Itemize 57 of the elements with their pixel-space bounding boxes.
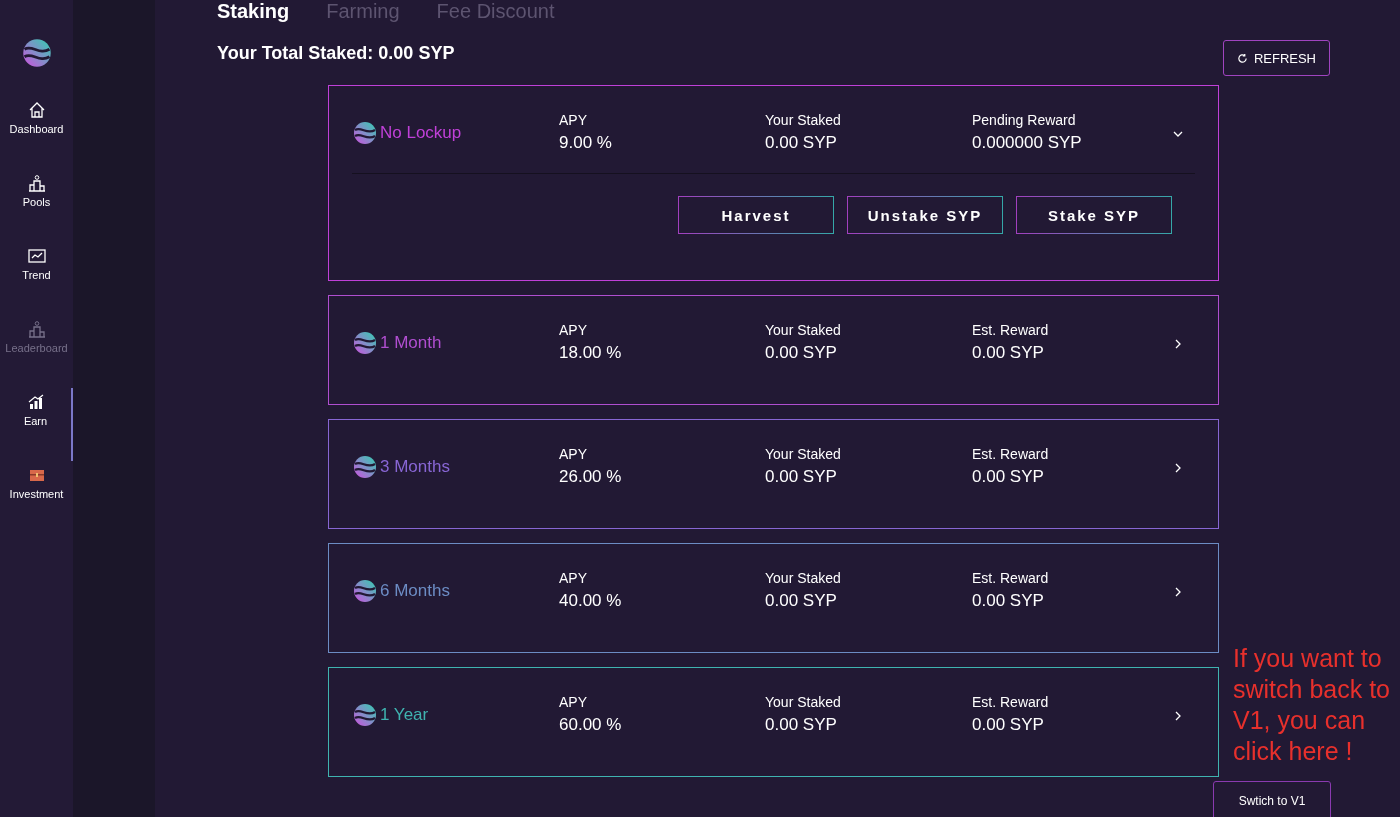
action-button[interactable]: Harvest xyxy=(678,196,834,234)
switch-version-button[interactable]: Swtich to V1 xyxy=(1213,781,1331,817)
pool-name: 6 Months xyxy=(380,581,450,601)
stat-value: 0.00 SYP xyxy=(765,133,838,153)
stat-label: Your Staked xyxy=(765,446,842,462)
chart-icon xyxy=(26,246,47,266)
podium-icon xyxy=(26,319,47,339)
stat-value: 60.00 % xyxy=(559,715,623,735)
stat-label: Est. Reward xyxy=(972,446,1050,462)
action-button[interactable]: Unstake SYP xyxy=(847,196,1003,234)
stat-label: Your Staked xyxy=(765,694,842,710)
logo-icon xyxy=(353,455,377,479)
stat-label: APY xyxy=(559,446,588,462)
pool-name: No Lockup xyxy=(380,123,462,143)
stat-value: 0.000000 SYP xyxy=(972,133,1083,153)
stat-label: Est. Reward xyxy=(972,322,1050,338)
stat-value: 0.00 SYP xyxy=(765,467,838,487)
logo-icon xyxy=(353,331,377,355)
stat-label: Pending Reward xyxy=(972,112,1077,128)
sidebar-item[interactable]: Trend xyxy=(0,242,73,315)
stat-value: 0.00 SYP xyxy=(972,343,1045,363)
refresh-icon xyxy=(1236,52,1248,64)
action-button[interactable]: Stake SYP xyxy=(1016,196,1172,234)
stat-value: 0.00 SYP xyxy=(972,715,1045,735)
podium-icon xyxy=(26,173,47,193)
refresh-button[interactable]: REFRESH xyxy=(1222,40,1330,76)
annotation-text: If you want to switch back to V1, you can click here ! xyxy=(1233,643,1391,767)
logo-icon xyxy=(353,703,377,727)
stat-label: Your Staked xyxy=(765,322,842,338)
sidebar-item[interactable]: Pools xyxy=(0,169,73,242)
stat-value: 0.00 SYP xyxy=(972,591,1045,611)
stat-value: 0.00 SYP xyxy=(765,591,838,611)
stat-label: APY xyxy=(559,112,588,128)
stat-label: Your Staked xyxy=(765,570,842,586)
stat-label: APY xyxy=(559,570,588,586)
stat-label: Est. Reward xyxy=(972,694,1050,710)
stat-value: 18.00 % xyxy=(559,343,623,363)
total-staked: Your Total Staked: 0.00 SYP xyxy=(217,43,455,64)
tab[interactable]: Staking xyxy=(217,0,290,23)
stat-value: 40.00 % xyxy=(559,591,623,611)
stat-label: APY xyxy=(559,694,588,710)
stat-value: 26.00 % xyxy=(559,467,623,487)
pool-name: 1 Month xyxy=(380,333,442,353)
stat-label: Est. Reward xyxy=(972,570,1050,586)
stat-label: Your Staked xyxy=(765,112,842,128)
logo-icon xyxy=(353,579,377,603)
stat-value: 0.00 SYP xyxy=(972,467,1045,487)
logo-icon xyxy=(21,38,52,68)
sidebar-item[interactable]: Dashboard xyxy=(0,96,73,169)
stat-value: 0.00 SYP xyxy=(765,715,838,735)
pool-name: 1 Year xyxy=(380,705,429,725)
sidebar-item[interactable]: Investment xyxy=(0,461,73,534)
stat-value: 9.00 % xyxy=(559,133,613,153)
logo-icon xyxy=(353,121,377,145)
pool-name: 3 Months xyxy=(380,457,450,477)
stat-label: APY xyxy=(559,322,588,338)
stat-value: 0.00 SYP xyxy=(765,343,838,363)
